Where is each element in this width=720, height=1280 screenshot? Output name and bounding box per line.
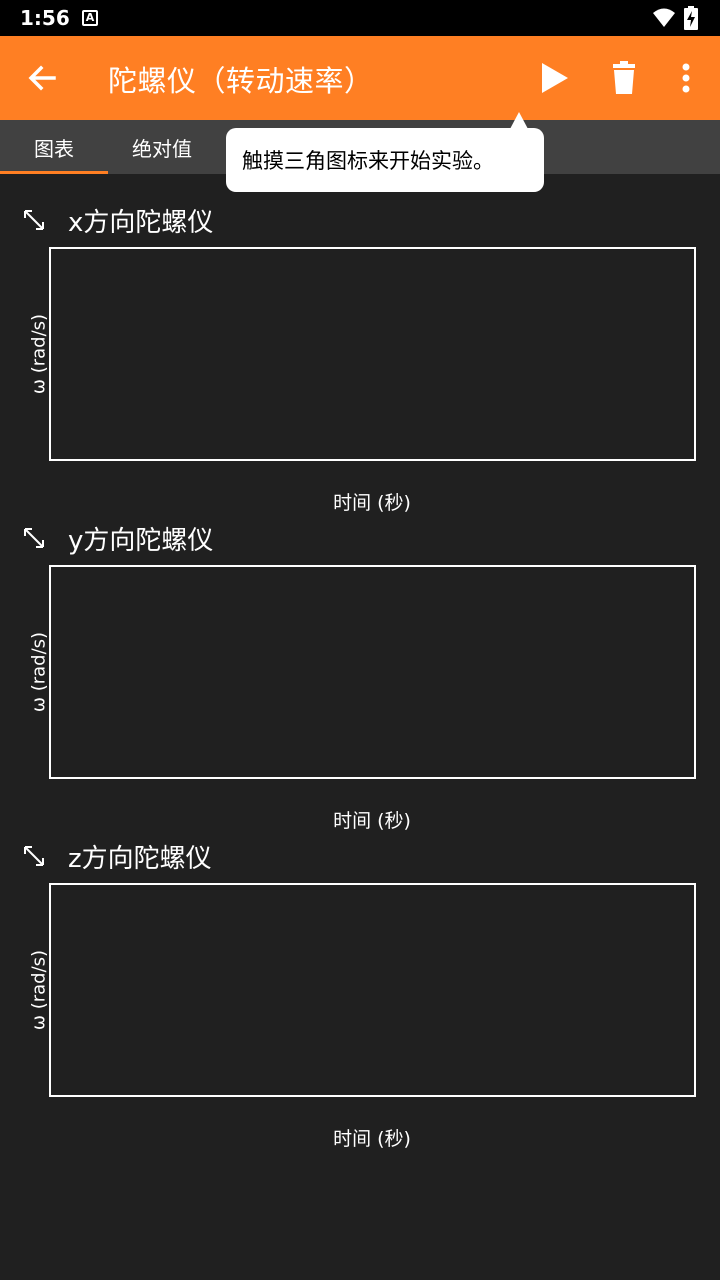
x-axis-label: 时间 (秒)	[333, 492, 411, 514]
graph-title: y方向陀螺仪	[68, 526, 214, 556]
expand-icon[interactable]	[22, 208, 46, 232]
more-vert-icon[interactable]	[670, 58, 702, 98]
expand-icon[interactable]	[22, 844, 46, 868]
tab-graphs[interactable]: 图表	[0, 120, 108, 174]
plot-area[interactable]	[49, 883, 696, 1097]
graph-title: x方向陀螺仪	[68, 208, 214, 238]
tooltip-arrow	[510, 112, 528, 129]
y-axis-label: ω (rad/s)	[28, 313, 50, 395]
x-axis-label: 时间 (秒)	[333, 810, 411, 832]
plot-area[interactable]	[49, 565, 696, 779]
start-tooltip[interactable]: 触摸三角图标来开始实验。	[226, 128, 544, 192]
y-axis-label: ω (rad/s)	[28, 631, 50, 713]
expand-icon[interactable]	[22, 526, 46, 550]
y-axis-label: ω (rad/s)	[28, 949, 50, 1031]
graph-y: y方向陀螺仪 ω (rad/s) 时间 (秒)	[0, 518, 720, 836]
tab-indicator	[0, 171, 108, 174]
app-title: 陀螺仪（转动速率）	[108, 64, 374, 98]
battery-charging-icon	[684, 6, 698, 30]
status-time: 1:56	[20, 6, 70, 30]
play-icon[interactable]	[534, 58, 574, 98]
graph-x: x方向陀螺仪 ω (rad/s) 时间 (秒)	[0, 200, 720, 518]
notification-a-icon: A	[82, 10, 98, 26]
back-arrow-icon[interactable]	[22, 58, 62, 98]
x-axis-label: 时间 (秒)	[333, 1128, 411, 1150]
wifi-icon	[653, 8, 675, 27]
trash-icon[interactable]	[604, 58, 644, 98]
tooltip-text: 触摸三角图标来开始实验。	[242, 149, 494, 173]
status-bar: 1:56 A	[0, 0, 720, 36]
plot-area[interactable]	[49, 247, 696, 461]
app-bar: 陀螺仪（转动速率）	[0, 36, 720, 120]
graph-z: z方向陀螺仪 ω (rad/s) 时间 (秒)	[0, 836, 720, 1154]
graph-title: z方向陀螺仪	[68, 844, 212, 874]
tab-absolute[interactable]: 绝对值	[108, 120, 216, 174]
